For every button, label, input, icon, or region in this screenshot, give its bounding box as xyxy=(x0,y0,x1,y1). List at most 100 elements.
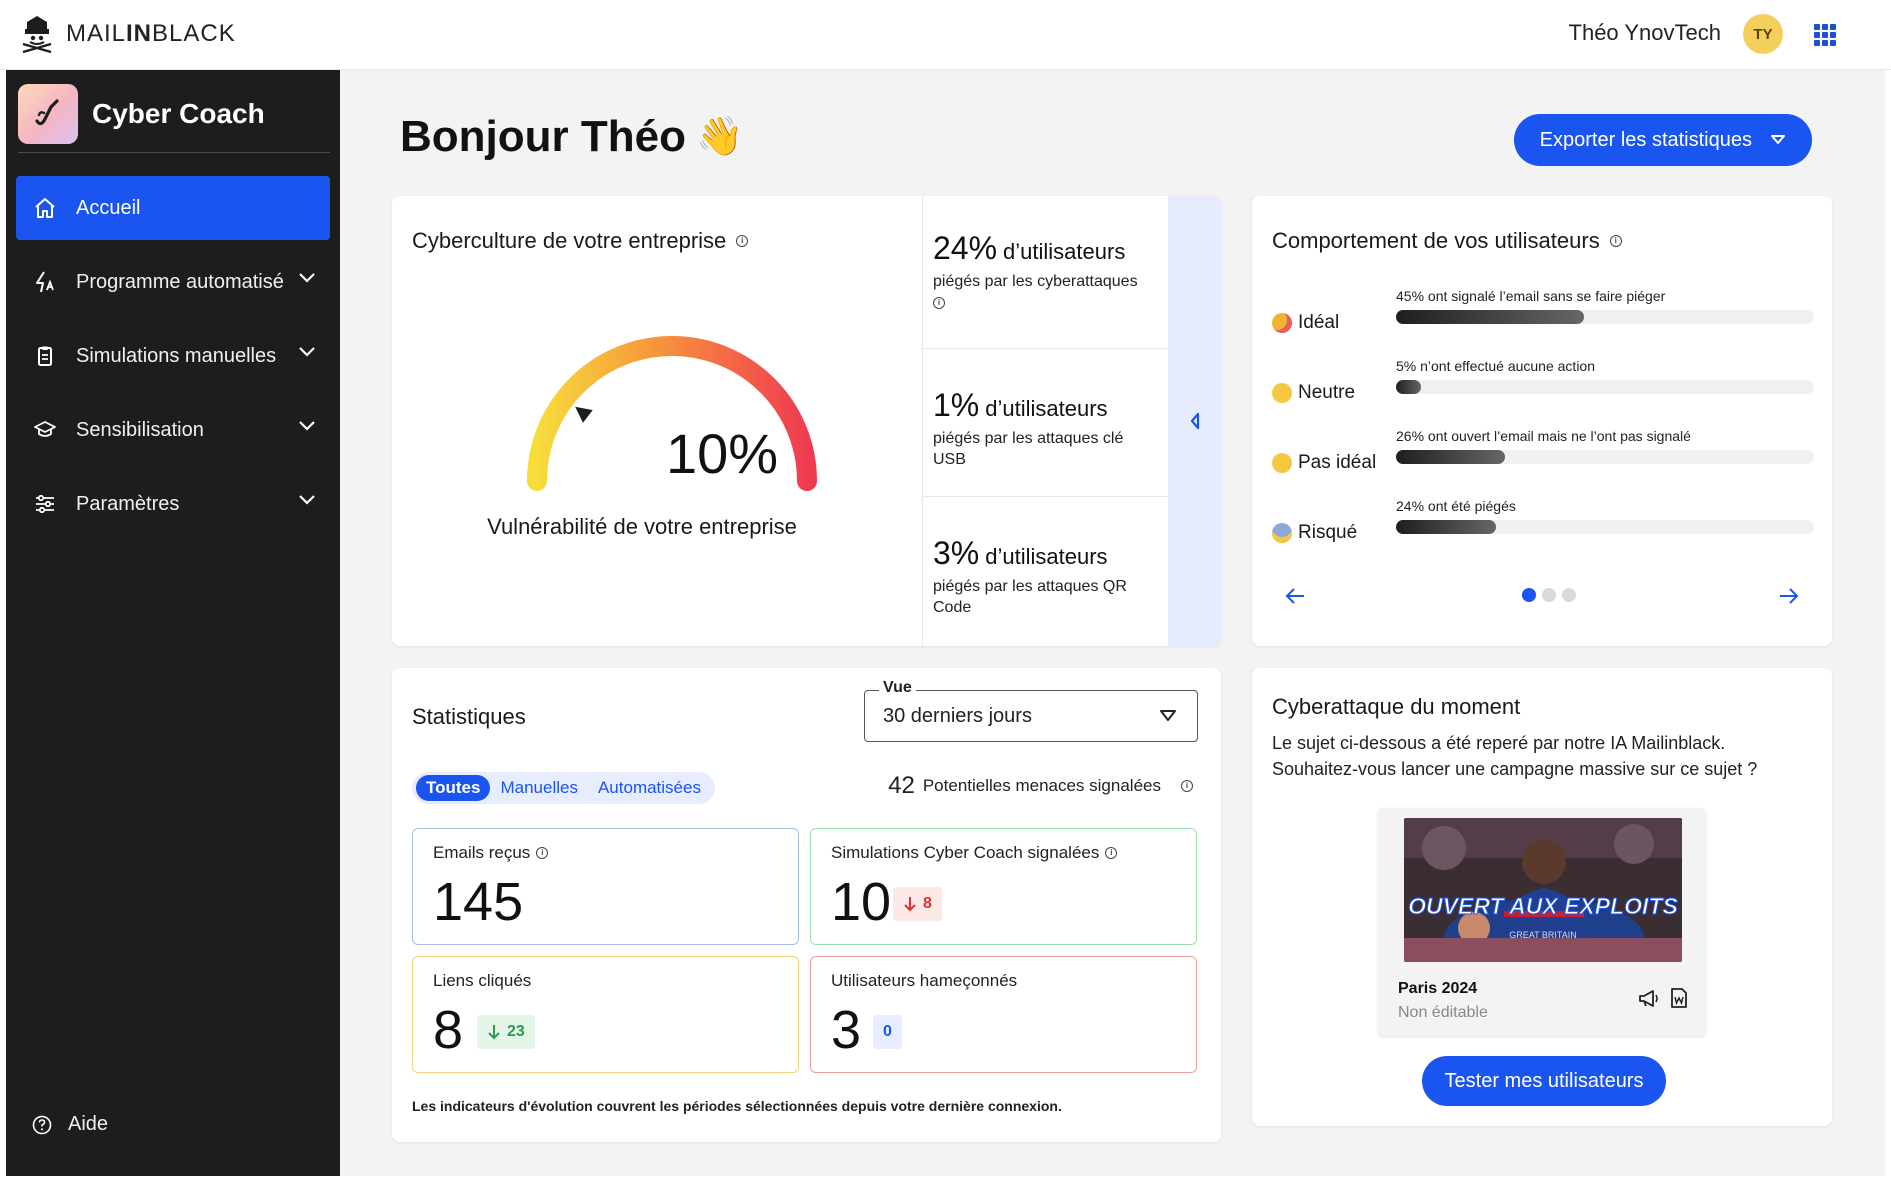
kpi-usb: 1% d’utilisateurs piégés par les attaques… xyxy=(923,349,1169,497)
cyber-coach-logo-icon xyxy=(18,84,78,144)
test-users-button[interactable]: Tester mes utilisateurs xyxy=(1422,1056,1666,1106)
sliders-icon xyxy=(32,491,58,517)
export-stats-button[interactable]: Exporter les statistiques xyxy=(1513,114,1812,166)
campaign-actions xyxy=(1638,988,1688,1008)
info-icon[interactable]: i xyxy=(536,847,549,859)
sidebar-item-programme-automatise[interactable]: Programme automatisé xyxy=(16,250,330,314)
brand[interactable]: Cyber Coach xyxy=(18,84,265,144)
apps-grid-icon[interactable] xyxy=(1814,24,1836,46)
sidebar-nav: Accueil Programme automatisé Simulations… xyxy=(16,176,330,546)
behavior-bar-fill xyxy=(1396,450,1505,464)
metric-simulations-reported: Simulations Cyber Coach signalées i 10 8 xyxy=(810,828,1197,945)
carousel-dot[interactable] xyxy=(1562,588,1576,602)
home-icon xyxy=(32,195,58,221)
ninja-logo-icon xyxy=(22,16,52,54)
sidebar-divider xyxy=(18,152,330,153)
sidebar-item-sensibilisation[interactable]: Sensibilisation xyxy=(16,398,330,462)
info-icon[interactable]: i xyxy=(736,235,749,247)
carousel-dot[interactable] xyxy=(1522,588,1536,602)
gauge-value: 10% xyxy=(665,422,779,485)
heart-eyes-emoji-icon xyxy=(1272,313,1292,333)
arrow-down-icon xyxy=(488,1025,500,1040)
greeting-text: Bonjour Théo xyxy=(400,112,686,161)
cyberculture-card: Cyberculture de votre entreprise i 10% V… xyxy=(392,196,1221,646)
behavior-label: Idéal xyxy=(1272,312,1339,334)
behavior-bar-fill xyxy=(1396,310,1585,324)
logo-text: MAILINBLACK xyxy=(66,20,236,47)
behavior-caption: 24% ont été piégés xyxy=(1396,498,1516,514)
behavior-label: Neutre xyxy=(1272,382,1355,404)
filter-toutes[interactable]: Toutes xyxy=(416,775,491,801)
filter-manuelles[interactable]: Manuelles xyxy=(490,775,588,801)
metric-value: 145 xyxy=(433,872,524,932)
campaign-image-subtext: GREAT BRITAIN xyxy=(1509,930,1577,940)
metric-title: Utilisateurs hameçonnés xyxy=(831,971,1018,990)
metric-emails-received: Emails reçus i 145 xyxy=(412,828,799,945)
sidebar-item-parametres[interactable]: Paramètres xyxy=(16,472,330,536)
help-label: Aide xyxy=(68,1113,109,1135)
kpi-cyberattacks: 24% d’utilisateurs piégés par les cyberat… xyxy=(923,196,1169,349)
arrow-right-icon[interactable] xyxy=(1778,586,1800,606)
behavior-row-risky: Risqué 24% ont été piégés xyxy=(1272,498,1814,558)
statistics-card: Statistiques Vue 30 derniers jours Toute… xyxy=(392,668,1221,1142)
kpi-qr-code: 3% d’utilisateurs piégés par les attaques… xyxy=(923,497,1169,646)
chevron-down-icon[interactable] xyxy=(298,346,316,358)
scream-face-emoji-icon xyxy=(1272,523,1292,543)
metric-title: Simulations Cyber Coach signalées i xyxy=(831,843,1118,863)
filter-automatisees[interactable]: Automatisées xyxy=(588,775,711,801)
featured-attack-card: Cyberattaque du moment Le sujet ci-desso… xyxy=(1252,668,1832,1126)
threat-label: Potentielles menaces signalées xyxy=(922,776,1161,795)
behavior-title: Comportement de vos utilisateurs i xyxy=(1272,228,1622,254)
caret-down-icon xyxy=(1771,135,1785,144)
collapse-panel-toggle[interactable] xyxy=(1168,196,1221,646)
chevron-down-icon[interactable] xyxy=(298,272,316,284)
metric-value: 3 xyxy=(831,1000,862,1060)
delta-badge: 0 xyxy=(873,1015,902,1049)
help-link[interactable]: Aide xyxy=(32,1113,108,1136)
statistics-title: Statistiques xyxy=(412,704,526,729)
metric-links-clicked: Liens cliqués 8 23 xyxy=(412,956,799,1073)
campaign-thumbnail: OUVERT AUX EXPLOITS GREAT BRITAIN xyxy=(1404,818,1682,962)
user-name[interactable]: Théo YnovTech xyxy=(1569,20,1721,46)
mailinblack-logo[interactable]: MAILINBLACK xyxy=(20,14,236,54)
delta-badge: 8 xyxy=(893,887,942,921)
arrow-left-icon[interactable] xyxy=(1284,586,1306,606)
behavior-row-neutral: Neutre 5% n’ont effectué aucune action xyxy=(1272,358,1814,418)
behavior-bar-fill xyxy=(1396,380,1422,394)
campaign-card[interactable]: OUVERT AUX EXPLOITS GREAT BRITAIN Paris … xyxy=(1378,808,1706,1036)
info-icon[interactable]: i xyxy=(1181,780,1193,792)
carousel-dot[interactable] xyxy=(1542,588,1556,602)
period-select[interactable]: Vue 30 derniers jours xyxy=(864,679,1198,742)
brand-name: Cyber Coach xyxy=(92,98,265,129)
waving-hand-icon: 👋 xyxy=(695,116,744,158)
chevron-down-icon[interactable] xyxy=(298,494,316,506)
worried-face-emoji-icon xyxy=(1272,453,1292,473)
chevron-down-icon[interactable] xyxy=(298,420,316,432)
campaign-image-headline: OUVERT AUX EXPLOITS xyxy=(1408,893,1678,919)
info-icon[interactable]: i xyxy=(933,297,945,309)
sidebar-item-accueil[interactable]: Accueil xyxy=(16,176,330,240)
metric-value: 8 xyxy=(433,1000,464,1060)
cyberculture-title-text: Cyberculture de votre entreprise xyxy=(412,228,727,253)
kpi-value: 3% d’utilisateurs xyxy=(933,535,1108,571)
sidebar-item-simulations-manuelles[interactable]: Simulations manuelles xyxy=(16,324,330,388)
sidebar-item-label: Paramètres xyxy=(76,492,180,515)
caret-down-icon xyxy=(1160,710,1176,721)
info-icon[interactable]: i xyxy=(1609,235,1622,247)
word-document-icon[interactable] xyxy=(1670,988,1688,1008)
behavior-bar-fill xyxy=(1396,520,1497,534)
clipboard-icon xyxy=(32,343,58,369)
megaphone-icon[interactable] xyxy=(1638,988,1660,1008)
threats-reported: 42 Potentielles menaces signalées i xyxy=(888,772,1193,800)
info-icon[interactable]: i xyxy=(1105,847,1118,859)
behavior-label: Pas idéal xyxy=(1272,452,1376,474)
sidebar-item-label: Simulations manuelles xyxy=(76,344,277,367)
sidebar: Cyber Coach Accueil Programme automatisé… xyxy=(6,70,340,1176)
sidebar-item-label: Accueil xyxy=(76,196,141,219)
threat-count: 42 xyxy=(888,772,915,799)
caret-left-icon xyxy=(1190,412,1199,430)
featured-attack-title: Cyberattaque du moment xyxy=(1272,694,1521,719)
top-bar: MAILINBLACK Théo YnovTech TY xyxy=(0,0,1891,70)
avatar[interactable]: TY xyxy=(1743,14,1783,54)
period-select-label: Vue xyxy=(879,679,916,697)
